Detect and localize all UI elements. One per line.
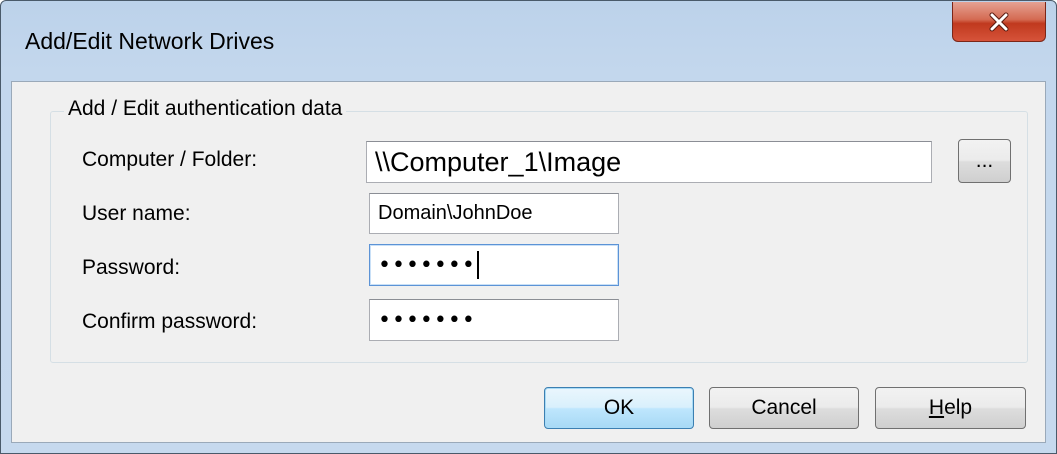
title-bar[interactable]: Add/Edit Network Drives [1, 1, 1056, 81]
text-caret [476, 251, 479, 279]
confirm-password-label: Confirm password: [82, 310, 258, 333]
ok-button-label: OK [603, 396, 635, 419]
cancel-button-label: Cancel [751, 396, 817, 419]
help-button[interactable]: Help [875, 387, 1026, 429]
group-box-label: Add / Edit authentication data [64, 97, 347, 121]
password-value: ••••••• [378, 252, 476, 278]
user-name-input[interactable]: Domain\JohnDoe [369, 193, 619, 234]
close-button[interactable] [952, 2, 1046, 42]
computer-folder-value: \\Computer_1\Image [375, 146, 622, 177]
password-label: Password: [82, 256, 181, 279]
dialog-window: Add/Edit Network Drives Add / Edit authe… [0, 0, 1057, 454]
browse-button[interactable]: ... [958, 139, 1011, 183]
computer-folder-input[interactable]: \\Computer_1\Image [366, 141, 932, 183]
browse-button-label: ... [975, 149, 994, 172]
computer-folder-label: Computer / Folder: [82, 148, 258, 171]
help-button-label: Help [929, 396, 972, 420]
cancel-button[interactable]: Cancel [709, 387, 859, 429]
ok-button[interactable]: OK [544, 387, 694, 429]
close-icon [988, 12, 1010, 32]
confirm-password-input[interactable]: ••••••• [369, 299, 619, 341]
password-input[interactable]: ••••••• [369, 244, 619, 286]
confirm-password-value: ••••••• [378, 307, 476, 333]
window-title: Add/Edit Network Drives [25, 28, 275, 54]
help-button-label-rest: elp [944, 396, 973, 419]
user-name-label: User name: [82, 202, 191, 225]
user-name-value: Domain\JohnDoe [378, 202, 533, 224]
dialog-client-area: Add / Edit authentication data Computer … [11, 81, 1046, 443]
help-button-mnemonic: H [928, 396, 945, 419]
